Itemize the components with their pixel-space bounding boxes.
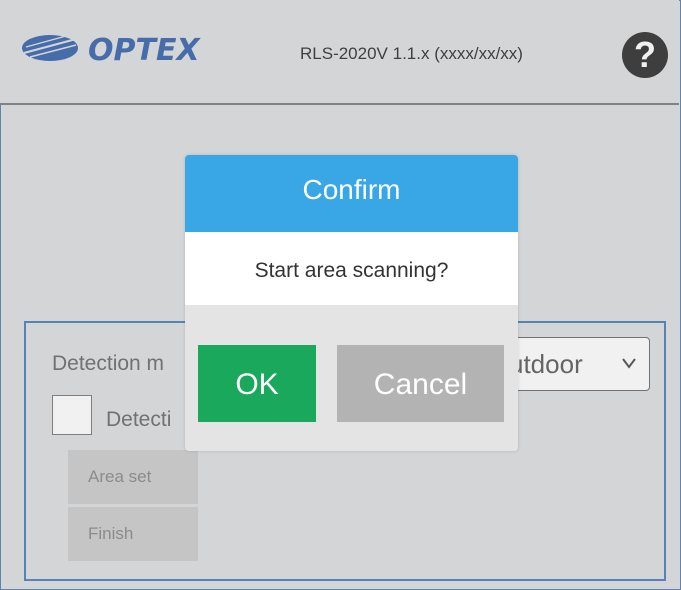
ok-button[interactable]: OK bbox=[198, 345, 316, 422]
dialog-title: Confirm bbox=[185, 155, 518, 232]
dialog-message: Start area scanning? bbox=[254, 259, 449, 282]
cancel-button[interactable]: Cancel bbox=[337, 345, 504, 422]
confirm-dialog: Confirm Start area scanning? OK Cancel bbox=[185, 155, 518, 451]
